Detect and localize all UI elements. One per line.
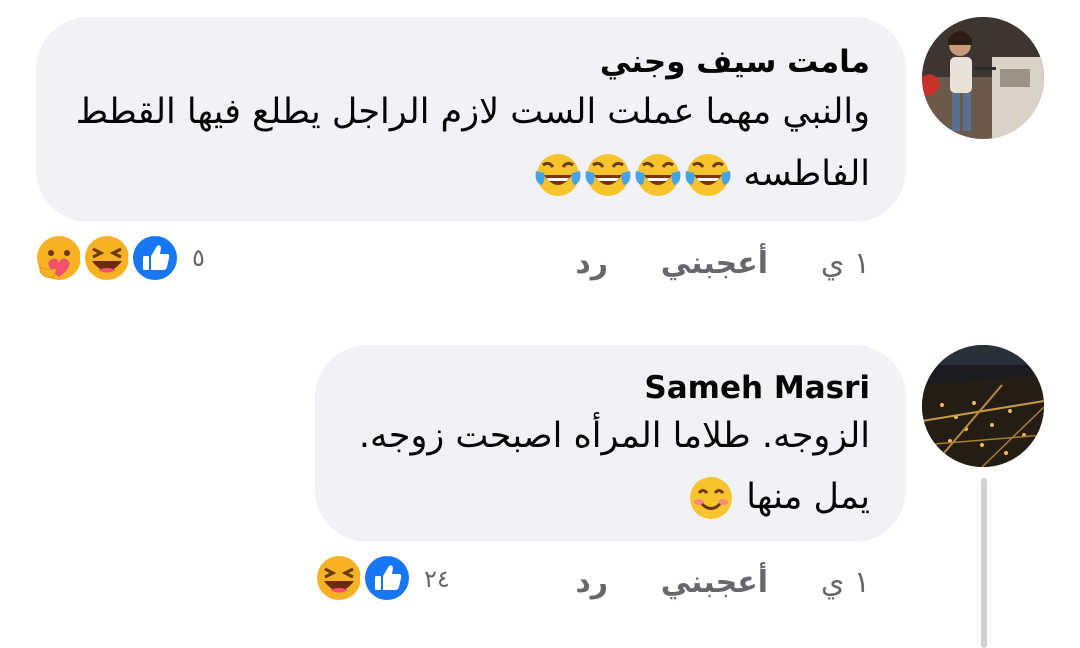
comment-text-line: الزوجه. طلاما المرأه اصبحت زوجه. [358, 416, 870, 456]
reactions-summary[interactable] [30, 230, 190, 286]
tears-of-joy-emoji [534, 151, 582, 199]
reactions-summary[interactable] [310, 550, 420, 606]
tears-of-joy-emoji [584, 151, 632, 199]
reply-button[interactable]: رد [575, 565, 608, 600]
haha-icon [80, 231, 134, 285]
comment-text-line: والنبي مهما عملت الست لازم الراجل يطلع ف… [75, 92, 870, 132]
reaction-count[interactable]: ٥ [192, 244, 205, 272]
comment-text-line: الفاطسه [534, 151, 870, 199]
comment-author-name[interactable]: مامت سيف وجني [600, 44, 870, 80]
reaction-count[interactable]: ٢٤ [424, 565, 450, 593]
comment-text-fragment: يمل منها [746, 477, 870, 517]
comment-timestamp[interactable]: ١ ي [821, 565, 870, 600]
comment-author-name[interactable]: Sameh Masri [644, 370, 870, 406]
haha-icon [312, 551, 366, 605]
care-icon [32, 231, 86, 285]
comment-text-fragment: الفاطسه [743, 154, 870, 194]
commenter-avatar[interactable] [922, 17, 1044, 139]
reply-thread-line [981, 478, 987, 648]
tears-of-joy-emoji [684, 151, 732, 199]
comment-emoji-group [534, 151, 732, 199]
like-button[interactable]: أعجبني [661, 246, 768, 281]
comment-text-line: يمل منها [687, 474, 870, 522]
reply-button[interactable]: رد [575, 246, 608, 281]
smiling-face-emoji [687, 474, 735, 522]
like-icon [360, 551, 414, 605]
comment-timestamp[interactable]: ١ ي [821, 246, 870, 281]
like-icon [128, 231, 182, 285]
tears-of-joy-emoji [634, 151, 682, 199]
commenter-avatar[interactable] [922, 345, 1044, 467]
like-button[interactable]: أعجبني [661, 565, 768, 600]
